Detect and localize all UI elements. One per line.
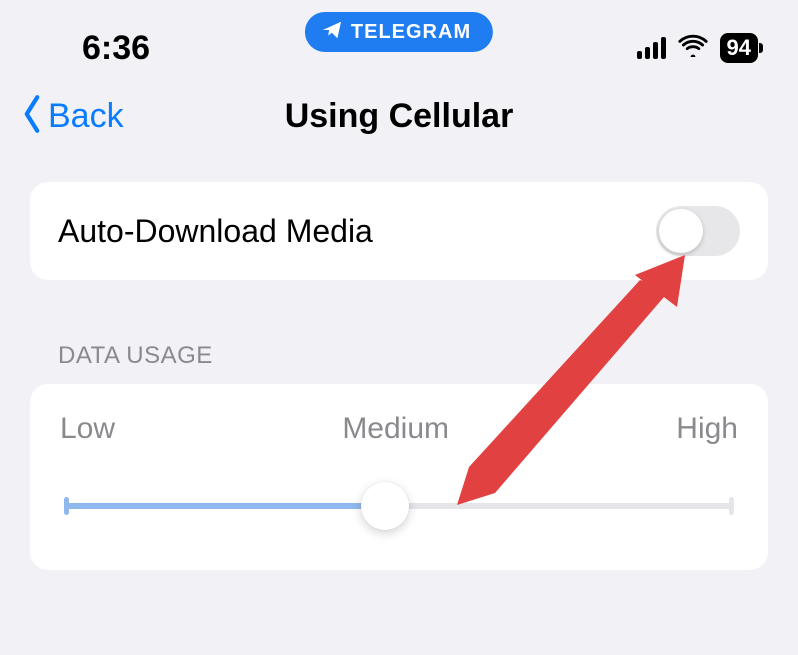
page-title: Using Cellular <box>285 97 514 136</box>
app-return-pill[interactable]: TELEGRAM <box>305 12 493 52</box>
paper-plane-icon <box>321 19 343 46</box>
cellular-signal-icon <box>637 37 666 59</box>
data-usage-card: Low Medium High <box>30 384 768 570</box>
battery-percent: 94 <box>727 35 751 60</box>
nav-bar: Back Using Cellular <box>0 78 798 154</box>
auto-download-card: Auto-Download Media <box>30 182 768 280</box>
back-label: Back <box>48 97 124 136</box>
auto-download-toggle[interactable] <box>656 206 740 256</box>
data-usage-labels: Low Medium High <box>60 412 738 446</box>
status-right: 94 <box>637 33 758 63</box>
chevron-left-icon <box>18 93 46 140</box>
data-usage-header: DATA USAGE <box>58 342 798 370</box>
back-button[interactable]: Back <box>18 93 124 140</box>
slider-tick-high <box>729 497 734 515</box>
auto-download-row: Auto-Download Media <box>30 182 768 280</box>
slider-fill <box>64 503 389 509</box>
wifi-icon <box>678 33 708 62</box>
slider-label-low: Low <box>60 412 115 446</box>
toggle-knob <box>659 209 703 253</box>
data-usage-slider[interactable] <box>60 484 738 528</box>
auto-download-label: Auto-Download Media <box>58 213 373 250</box>
slider-label-high: High <box>676 412 738 446</box>
slider-tick-low <box>64 497 69 515</box>
app-return-label: TELEGRAM <box>351 21 471 44</box>
slider-thumb[interactable] <box>361 482 409 530</box>
battery-badge: 94 <box>720 33 758 63</box>
slider-label-medium: Medium <box>342 412 449 446</box>
status-time: 6:36 <box>82 29 150 68</box>
status-bar: 6:36 TELEGRAM 94 <box>0 0 798 78</box>
